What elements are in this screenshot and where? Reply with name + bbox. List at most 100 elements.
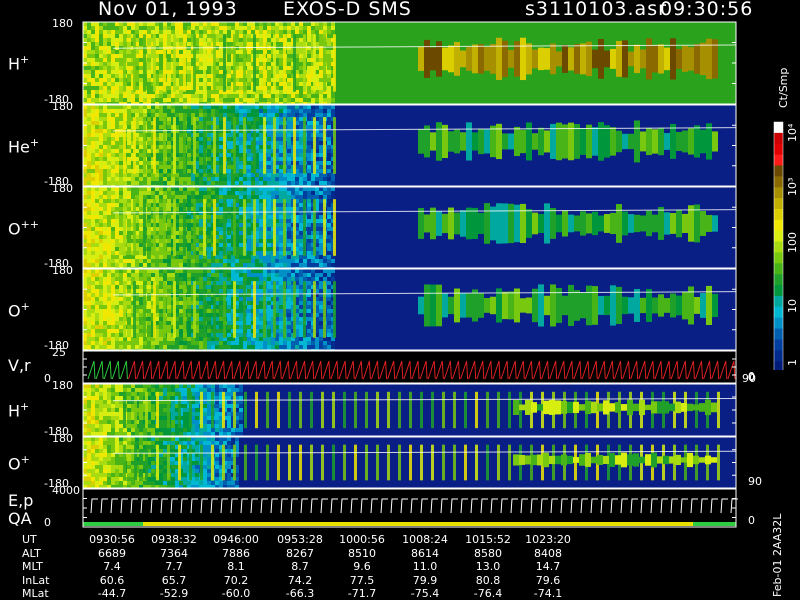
species-label: He+: [8, 135, 40, 156]
ephem-value: 6689: [98, 546, 126, 560]
colorbar-band: [774, 263, 783, 275]
ephem-value: 1008:24: [402, 533, 448, 546]
ephem-row-label: MLat: [22, 587, 49, 600]
ephem-value: 8510: [348, 546, 376, 560]
footer-stamp: Feb-01 2AA32L: [771, 513, 784, 597]
species-label: H+: [8, 400, 30, 421]
ephem-value: -74.1: [533, 587, 563, 600]
ephem-value: -76.4: [473, 587, 503, 600]
ephem-value: 7364: [160, 546, 188, 560]
species-label: O+: [8, 299, 30, 320]
ephem-value: 0930:56: [89, 533, 135, 546]
colorbar-band: [774, 122, 783, 134]
colorbar-band: [774, 350, 783, 362]
colorbar-band: [774, 295, 783, 308]
ephem-value: 0953:28: [277, 533, 323, 546]
y-min-label: 0: [44, 516, 51, 529]
panel-4: [82, 350, 737, 384]
y-max-label: 25: [52, 346, 66, 359]
colorbar-band: [774, 339, 783, 351]
y-max-label: 180: [52, 17, 73, 30]
ephem-row-label: MLT: [22, 560, 43, 573]
ephem-row-label: UT: [22, 533, 37, 546]
ephem-value: -71.7: [347, 587, 377, 600]
ephem-value: 1000:56: [339, 533, 385, 546]
colorbar-band: [774, 241, 783, 253]
ephem-value: 60.6: [99, 573, 125, 587]
colorbar-unit: Ct/Smp: [777, 67, 790, 108]
colorbar-band: [774, 143, 783, 156]
ephem-value: 77.5: [349, 573, 375, 587]
ephem-value: 14.7: [535, 560, 561, 573]
ephem-value: -75.4: [410, 587, 440, 600]
ephem-value: 8.7: [291, 560, 309, 573]
ephem-value: -52.9: [159, 587, 189, 600]
colorbar-band: [774, 208, 783, 221]
ephem-value: 74.2: [287, 573, 313, 587]
species-label: O++: [8, 217, 40, 238]
colorbar-band: [774, 230, 783, 243]
colorbar-band: [774, 165, 783, 177]
colorbar-zero-label: 0: [748, 371, 755, 384]
ephem-value: 1015:52: [465, 533, 511, 546]
y-min-label: 0: [44, 372, 51, 385]
ephem-value: 11.0: [412, 560, 438, 573]
ephem-value: 9.6: [353, 560, 371, 573]
colorbar-band: [774, 198, 783, 210]
colorbar-band: [774, 154, 783, 166]
ephem-value: 1023:20: [525, 533, 571, 546]
ephem-value: 70.2: [223, 573, 249, 587]
colorbar-band: [774, 306, 783, 319]
colorbar-band: [774, 317, 783, 330]
species-label: E,p: [8, 491, 34, 510]
ephem-value: -60.0: [221, 587, 251, 600]
ephem-value: 79.9: [412, 573, 438, 587]
ephem-value: 8267: [286, 546, 314, 560]
ephem-value: 7.4: [103, 560, 121, 573]
y-max-label: 4000: [52, 484, 80, 497]
ephem-value: 0946:00: [213, 533, 259, 546]
ephem-value: 65.7: [161, 573, 187, 587]
y-max-label: 180: [52, 379, 73, 392]
colorbar-band: [774, 285, 783, 297]
ephem-value: 8580: [474, 546, 502, 560]
panel-5: [82, 383, 737, 437]
colorbar-band: [774, 328, 783, 340]
y-max-label: 180: [52, 100, 73, 113]
ephem-value: 80.8: [475, 573, 501, 587]
species-label: O+: [8, 452, 30, 473]
ephem-value: 7.7: [165, 560, 183, 573]
y-max-label: 180: [52, 182, 73, 195]
y-max-label: 180: [52, 264, 73, 277]
colorbar-band: [774, 176, 783, 188]
colorbar-tick-label: 10³: [786, 177, 799, 196]
ephem-value: 8614: [411, 546, 439, 560]
panels-svg: [82, 21, 738, 528]
species-label: V,r: [8, 356, 31, 375]
ephem-value: 79.6: [535, 573, 561, 587]
colorbar-tick-label: 1: [786, 359, 799, 366]
panel-2: [82, 186, 737, 271]
y-max-label: 180: [52, 432, 73, 445]
colorbar-band: [774, 252, 783, 264]
ephem-value: 8408: [534, 546, 562, 560]
colorbar-band: [774, 219, 783, 232]
species-label: H+: [8, 53, 30, 74]
colorbar-tick-label: 100: [786, 232, 799, 253]
panel-7: [82, 488, 738, 528]
ephem-value: 7886: [222, 546, 250, 560]
ephem-value: 0938:32: [151, 533, 197, 546]
panel-0: [82, 21, 737, 106]
panel-6: [82, 436, 737, 489]
ephem-value: -66.3: [285, 587, 315, 600]
right-axis-label-bottom: 90: [748, 475, 762, 488]
ephem-row-label: ALT: [22, 546, 41, 560]
ephem-value: 13.0: [475, 560, 501, 573]
colorbar-tick-label: 10⁴: [786, 123, 799, 142]
species-label-qa: QA: [8, 509, 32, 528]
colorbar-band: [774, 274, 783, 286]
ephem-value: 8.1: [227, 560, 245, 573]
colorbar-tick-label: 10: [786, 299, 799, 313]
chart-figure: Nov 01, 1993 EXOS-D SMS s3110103.asr 09:…: [0, 0, 800, 600]
panel-3: [82, 268, 737, 353]
